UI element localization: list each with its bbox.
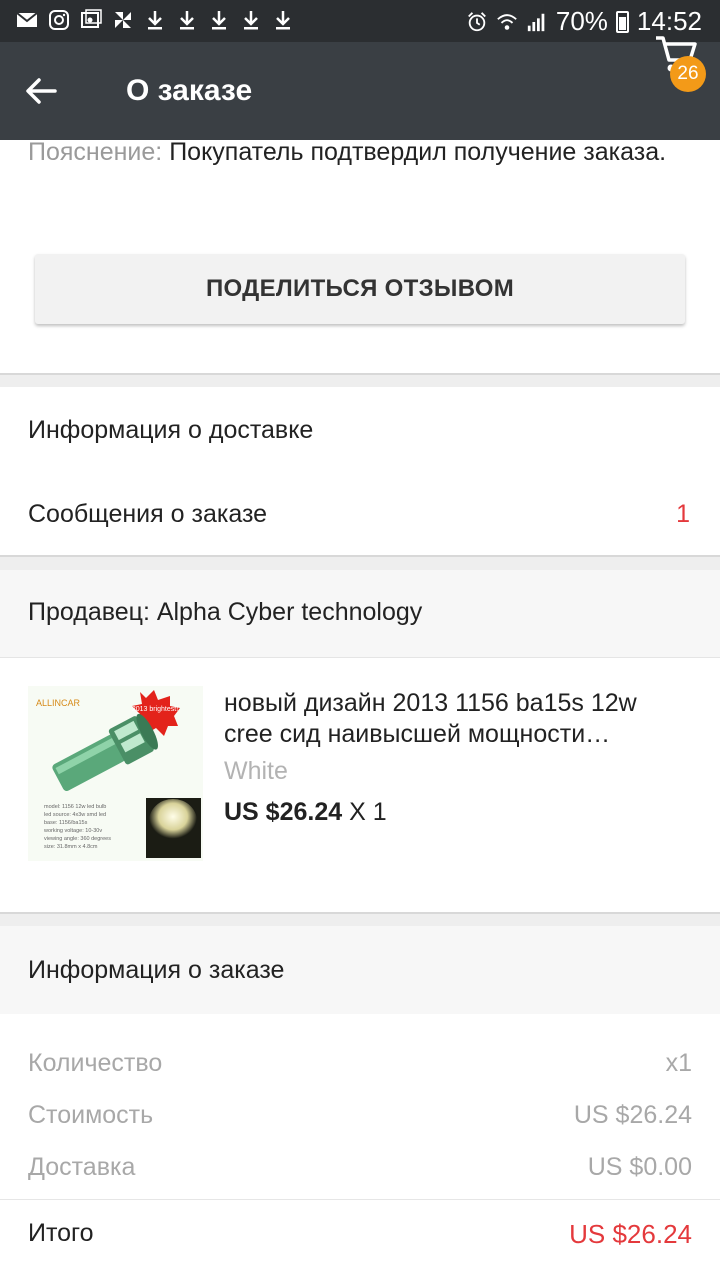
delivery-info-link[interactable]: Информация о доставке — [28, 416, 313, 445]
quantity-label: Количество — [28, 1049, 163, 1077]
alarm-icon — [466, 11, 488, 33]
back-button[interactable] — [18, 68, 64, 114]
battery-percent: 70% — [555, 6, 608, 36]
notification-icons — [16, 9, 294, 31]
app-bar: О заказе — [0, 42, 720, 140]
quantity-value: x1 — [665, 1049, 692, 1077]
svg-text:led source: 4x3w smd led: led source: 4x3w smd led — [44, 812, 106, 818]
image-brand: ALLINCAR — [36, 698, 81, 708]
mail-icon — [16, 9, 38, 31]
product-price: US $26.24 — [224, 798, 343, 826]
download-icon — [144, 9, 166, 31]
shipping-label: Доставка — [28, 1153, 136, 1181]
svg-text:model: 1156 12w led bulb: model: 1156 12w led bulb — [44, 804, 106, 810]
download-icon — [208, 9, 230, 31]
product-quantity: X 1 — [349, 798, 387, 826]
order-explanation: Пояснение: Покупатель подтвердил получен… — [28, 137, 688, 168]
battery-icon — [615, 10, 629, 33]
svg-text:base: 1156/ba15s: base: 1156/ba15s — [44, 820, 88, 826]
download-icon — [176, 9, 198, 31]
svg-text:size: 31.8mm x 4.8cm: size: 31.8mm x 4.8cm — [44, 844, 98, 850]
product-variant: White — [224, 757, 288, 785]
total-label: Итого — [28, 1219, 94, 1247]
order-messages-link[interactable]: Сообщения о заказе — [28, 500, 267, 529]
svg-text:working voltage: 10-30v: working voltage: 10-30v — [43, 828, 102, 834]
messages-count: 1 — [676, 500, 690, 528]
signal-icon — [526, 11, 548, 33]
product-image[interactable]: ALLINCAR 2013 brightest! model: 1156 12w… — [28, 686, 203, 861]
wifi-icon — [496, 11, 518, 33]
cost-value: US $26.24 — [573, 1101, 692, 1129]
total-divider — [0, 1199, 720, 1200]
product-price-line: US $26.24 X 1 — [224, 798, 387, 827]
instagram-icon — [48, 9, 70, 31]
section-divider — [0, 555, 720, 570]
status-bar: 70% 14:52 — [0, 0, 720, 42]
seller-name: Продавец: Alpha Cyber technology — [28, 598, 423, 626]
total-value: US $26.24 — [569, 1219, 692, 1249]
back-arrow-icon — [26, 78, 57, 104]
share-review-button[interactable]: ПОДЕЛИТЬСЯ ОТЗЫВОМ — [35, 254, 685, 324]
cost-label: Стоимость — [28, 1101, 154, 1129]
order-info-header: Информация о заказе — [0, 926, 720, 1014]
download-icon — [272, 9, 294, 31]
image-badge: 2013 brightest! — [132, 706, 178, 713]
svg-text:viewing angle: 360 degrees: viewing angle: 360 degrees — [44, 836, 111, 842]
pinwheel-icon — [112, 9, 134, 31]
shipping-value: US $0.00 — [587, 1153, 692, 1181]
page-title: О заказе — [126, 74, 253, 107]
section-divider — [0, 373, 720, 387]
explanation-text: Покупатель подтвердил получение заказа. — [162, 138, 667, 166]
led-bulb-image: ALLINCAR 2013 brightest! model: 1156 12w… — [28, 686, 203, 861]
seller-header[interactable]: Продавец: Alpha Cyber technology — [0, 570, 720, 658]
section-divider — [0, 912, 720, 926]
product-title[interactable]: новый дизайн 2013 1156 ba15s 12w cree си… — [224, 688, 692, 750]
gallery-icon — [80, 9, 102, 31]
order-info-title: Информация о заказе — [28, 956, 285, 984]
download-icon — [240, 9, 262, 31]
explanation-label: Пояснение: — [28, 138, 163, 166]
cart-badge: 26 — [670, 56, 706, 92]
